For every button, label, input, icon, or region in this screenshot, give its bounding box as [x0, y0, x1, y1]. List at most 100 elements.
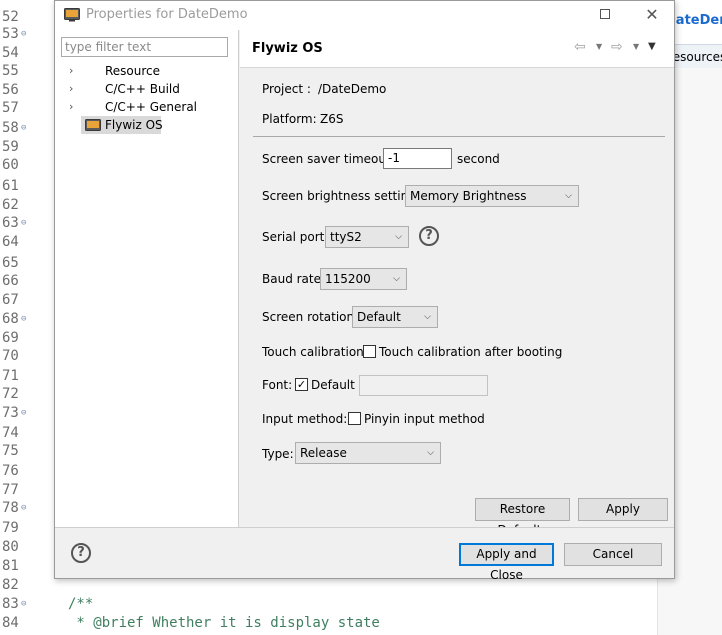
touch-calibration-checkbox-label[interactable]: Touch calibration after booting [379, 345, 562, 359]
chevron-down-icon: ⌵ [395, 232, 402, 242]
font-label: Font: [262, 378, 293, 392]
platform-label: Platform: [262, 112, 317, 126]
font-default-label[interactable]: Default [311, 378, 355, 392]
line-number: 76 [2, 463, 19, 479]
tree-item-resource[interactable]: › Resource [55, 62, 238, 80]
line-number: 73 ⊖ [2, 403, 27, 423]
fold-icon[interactable]: ⊖ [21, 213, 26, 233]
help-icon[interactable]: ? [71, 543, 91, 563]
project-label: Project : [262, 82, 311, 96]
fold-icon[interactable]: ⊖ [21, 118, 26, 138]
maximize-icon [600, 9, 610, 19]
line-number: 67 [2, 292, 19, 308]
expand-arrow-icon[interactable]: › [69, 98, 73, 116]
baud-rate-label: Baud rate: [262, 272, 326, 286]
line-number: 82 [2, 577, 19, 593]
line-number: 63 ⊖ [2, 213, 27, 233]
type-label: Type: [262, 447, 294, 461]
properties-dialog: Properties for DateDemo ✕ › Resource › C… [54, 0, 675, 582]
brightness-select[interactable]: Memory Brightness ⌵ [405, 185, 579, 207]
tree-item-flywiz-os[interactable]: Flywiz OS [55, 116, 238, 134]
touch-calibration-label: Touch calibration: [262, 345, 368, 359]
separator [253, 136, 665, 137]
line-number: 79 [2, 520, 19, 536]
serial-port-value: ttyS2 [330, 230, 362, 244]
tree-item-cpp-general[interactable]: › C/C++ General [55, 98, 238, 116]
tree-item-label: C/C++ Build [105, 82, 180, 96]
apply-and-close-button[interactable]: Apply and Close [459, 543, 554, 582]
properties-page: Flywiz OS ⇦ ▼ ⇨ ▼ ▼ Project : /DateDemo … [240, 30, 674, 537]
expand-arrow-icon[interactable]: › [69, 62, 73, 80]
maximize-button[interactable] [593, 4, 617, 26]
screen-rotation-value: Default [357, 310, 401, 324]
line-number: 81 [2, 558, 19, 574]
view-menu-icon[interactable]: ▼ [648, 41, 656, 52]
restore-defaults-button[interactable]: Restore Defaults [475, 498, 570, 537]
fold-icon[interactable]: ⊖ [21, 498, 26, 518]
chevron-down-icon: ⌵ [565, 191, 572, 201]
font-path-input[interactable] [359, 375, 488, 396]
page-header: Flywiz OS ⇦ ▼ ⇨ ▼ ▼ [240, 30, 674, 68]
line-number: 57 [2, 100, 19, 116]
line-number: 78 ⊖ [2, 498, 27, 518]
brightness-label: Screen brightness setting: [262, 189, 420, 203]
line-number: 77 [2, 482, 19, 498]
line-number: 55 [2, 63, 19, 79]
pinyin-input-label[interactable]: Pinyin input method [364, 412, 485, 426]
line-number: 80 [2, 539, 19, 555]
app-icon [64, 8, 80, 22]
pinyin-input-checkbox[interactable] [348, 412, 361, 425]
line-number: 59 [2, 139, 19, 155]
line-number: 61 [2, 178, 19, 194]
baud-rate-select[interactable]: 115200 ⌵ [320, 268, 407, 290]
chevron-down-icon: ⌵ [424, 312, 431, 322]
line-number: 60 [2, 157, 19, 173]
touch-calibration-checkbox[interactable] [363, 345, 376, 358]
project-value: /DateDemo [318, 82, 387, 96]
tree-item-cpp-build[interactable]: › C/C++ Build [55, 80, 238, 98]
dialog-titlebar[interactable]: Properties for DateDemo ✕ [55, 1, 674, 30]
help-icon[interactable]: ? [419, 226, 439, 246]
serial-port-select[interactable]: ttyS2 ⌵ [325, 226, 409, 248]
apply-button[interactable]: Apply [578, 498, 668, 521]
page-title: Flywiz OS [252, 41, 323, 56]
filter-input[interactable] [61, 37, 228, 57]
font-default-checkbox[interactable]: ✓ [295, 378, 308, 391]
fold-icon[interactable]: ⊖ [21, 309, 26, 329]
line-number: 70 [2, 348, 19, 364]
fold-icon[interactable]: ⊖ [21, 24, 26, 44]
type-select[interactable]: Release ⌵ [295, 442, 441, 464]
settings-tree-panel: › Resource › C/C++ Build › C/C++ General… [55, 30, 239, 527]
line-number: 74 [2, 425, 19, 441]
screen-saver-label: Screen saver timeout: [262, 152, 395, 166]
line-number: 84 [2, 615, 19, 631]
back-menu-icon[interactable]: ▼ [596, 42, 602, 51]
fold-icon[interactable]: ⊖ [21, 594, 26, 614]
line-number: 72 [2, 386, 19, 402]
line-number: 64 [2, 234, 19, 250]
forward-menu-icon[interactable]: ▼ [633, 42, 639, 51]
platform-value: Z6S [320, 112, 344, 126]
line-number: 62 [2, 197, 19, 213]
fold-icon[interactable]: ⊖ [21, 403, 26, 423]
serial-port-label: Serial port: [262, 230, 329, 244]
flywiz-icon [85, 119, 101, 131]
screen-rotation-label: Screen rotation: [262, 310, 359, 324]
type-value: Release [300, 446, 347, 460]
forward-icon[interactable]: ⇨ [611, 39, 623, 55]
chevron-down-icon: ⌵ [427, 448, 434, 458]
line-number: 83 ⊖ [2, 594, 27, 614]
screen-saver-timeout-input[interactable]: -1 [383, 148, 452, 169]
back-icon[interactable]: ⇦ [574, 39, 586, 55]
line-number: 68 ⊖ [2, 309, 27, 329]
cancel-button[interactable]: Cancel [564, 543, 662, 566]
line-number: 65 [2, 255, 19, 271]
code-line: /** [68, 596, 94, 612]
tree-item-label: Resource [105, 64, 161, 78]
screen-saver-unit: second [457, 152, 500, 166]
close-button[interactable]: ✕ [640, 4, 664, 26]
expand-arrow-icon[interactable]: › [69, 80, 73, 98]
line-number: 58 ⊖ [2, 118, 27, 138]
screen-rotation-select[interactable]: Default ⌵ [352, 306, 438, 328]
input-method-label: Input method: [262, 412, 348, 426]
